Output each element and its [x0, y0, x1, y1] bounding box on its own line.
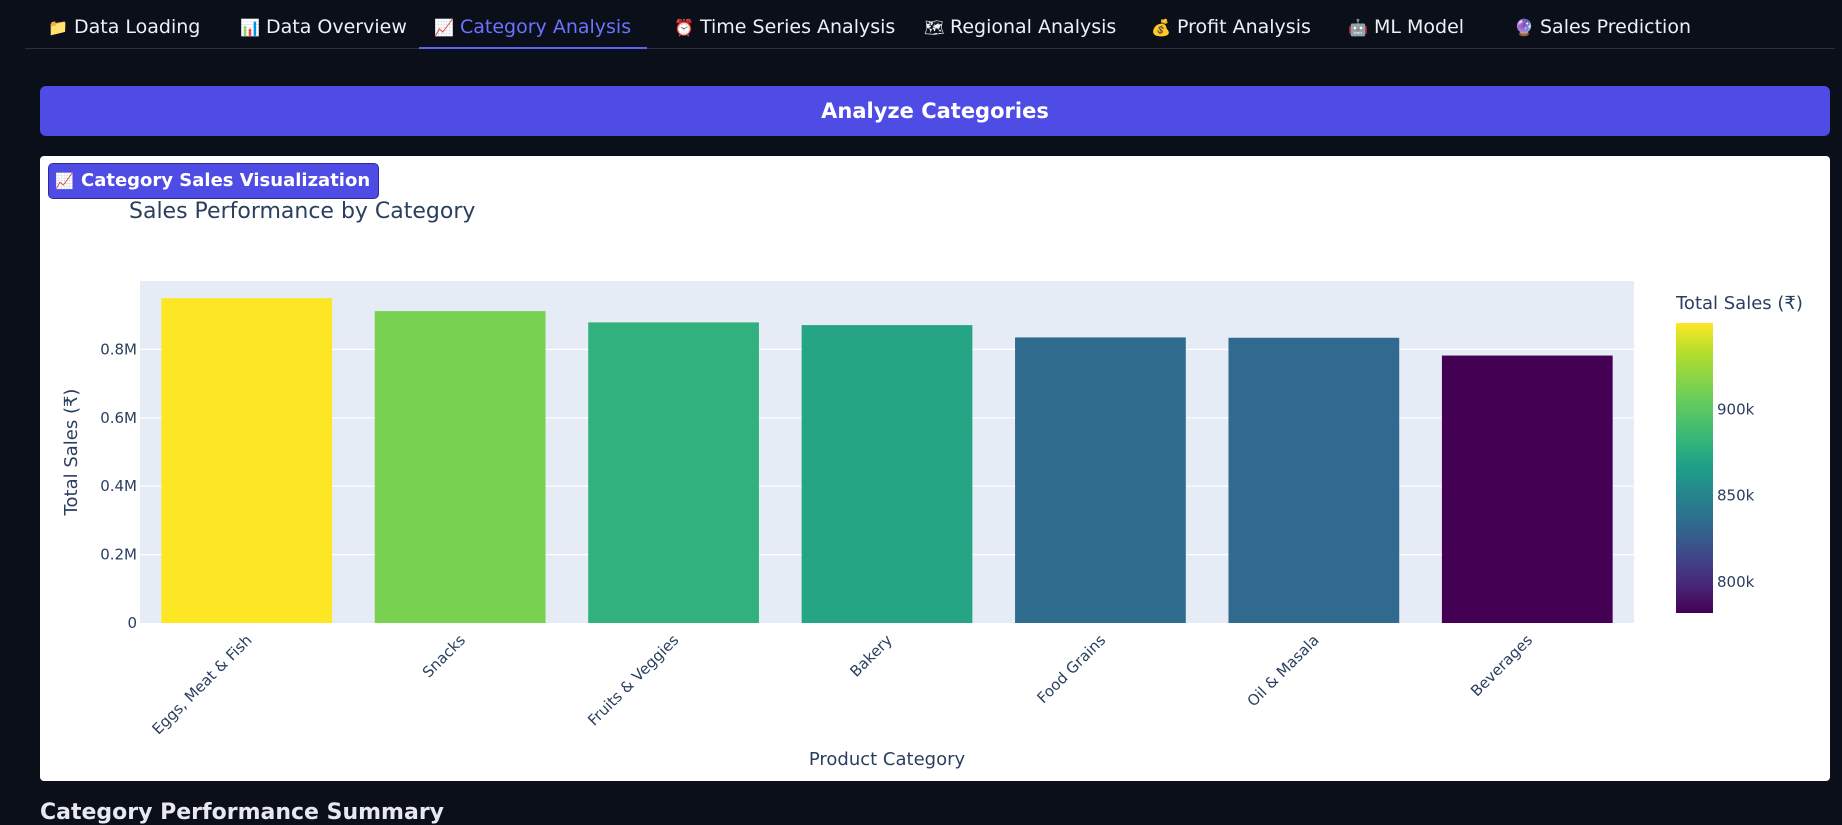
map-icon: 🗺 [924, 18, 945, 37]
category-sales-visualization-badge: 📈 Category Sales Visualization [48, 163, 380, 199]
tab-label: ML Model [1374, 16, 1465, 38]
x-tick-label: Oil & Masala [1244, 631, 1323, 710]
tab-data-loading[interactable]: 📁 Data Loading [48, 0, 200, 47]
chart-title: Sales Performance by Category [129, 199, 475, 224]
bar[interactable] [801, 325, 973, 623]
tab-label: Profit Analysis [1177, 16, 1311, 38]
bar-chart-icon: 📊 [240, 18, 260, 37]
bars [161, 298, 1613, 623]
tab-label: Category Analysis [460, 16, 632, 38]
folder-icon: 📁 [48, 18, 68, 37]
bar[interactable] [374, 311, 546, 623]
alarm-clock-icon: ⏰ [674, 18, 694, 37]
colorbar-title: Total Sales (₹) [1675, 293, 1803, 314]
chart-panel: Sales Performance by Category 0 0.2M 0.4M 0… [40, 156, 1830, 781]
tab-data-overview[interactable]: 📊 Data Overview [240, 0, 407, 47]
tab-ml-model[interactable]: 🤖 ML Model [1348, 0, 1464, 47]
colorbar-tick-label: 850k [1717, 487, 1755, 505]
tab-profit-analysis[interactable]: 💰 Profit Analysis [1151, 0, 1311, 47]
y-tick-label: 0.4M [100, 477, 137, 495]
chart-icon: 📈 [55, 172, 74, 190]
section-heading: Category Performance Summary [40, 800, 445, 825]
x-tick-label: Eggs, Meat & Fish [149, 631, 256, 738]
colorbar-tick-label: 900k [1717, 400, 1755, 418]
tab-bar: 📁 Data Loading 📊 Data Overview 📈 Category A… [25, 0, 1835, 49]
colorbar [1676, 323, 1713, 613]
sales-by-category-chart: Sales Performance by Category 00.2M0.4M0… [61, 199, 1803, 770]
y-axis-title: Total Sales (₹) [61, 389, 82, 517]
tab-label: Data Loading [74, 16, 201, 38]
y-axis-ticks: 0 0.2M 0.4M 0.6M 0.8M [100, 340, 137, 632]
y-tick-label: 0.6M [100, 409, 137, 427]
tab-regional-analysis[interactable]: 🗺 Regional Analysis [924, 0, 1116, 47]
y-tick-label: 0.2M [100, 546, 137, 564]
x-tick-label: Snacks [419, 631, 469, 681]
tab-label: Sales Prediction [1540, 16, 1691, 38]
x-tick-label: Food Grains [1033, 631, 1109, 707]
robot-icon: 🤖 [1348, 18, 1368, 37]
x-tick-label: Fruits & Veggies [584, 631, 682, 729]
x-tick-label: Bakery [846, 631, 896, 681]
x-axis-title: Product Category [809, 749, 966, 770]
line-chart-icon: 📈 [434, 18, 454, 37]
tab-category-analysis[interactable]: 📈 Category Analysis [419, 0, 648, 49]
y-tick-label: 0.8M [100, 340, 137, 358]
bar[interactable] [588, 322, 759, 623]
tab-label: Data Overview [266, 16, 407, 38]
y-tick-label: 0 [127, 614, 137, 632]
colorbar-ticks: 800k 850k 900k [1717, 400, 1755, 591]
x-axis-ticks: Eggs, Meat & Fish Snacks Fruits & Veggies B… [149, 631, 1537, 738]
tab-label: Time Series Analysis [700, 16, 896, 38]
analyze-categories-button[interactable]: Analyze Categories [40, 86, 1830, 136]
tab-time-series-analysis[interactable]: ⏰ Time Series Analysis [674, 0, 895, 47]
money-bag-icon: 💰 [1151, 18, 1171, 37]
bar[interactable] [1228, 337, 1400, 623]
tab-label: Regional Analysis [950, 16, 1117, 38]
bar[interactable] [1441, 355, 1613, 623]
colorbar-tick-label: 800k [1717, 573, 1755, 591]
x-tick-label: Beverages [1467, 631, 1536, 700]
crystal-ball-icon: 🔮 [1514, 18, 1534, 37]
bar[interactable] [161, 298, 333, 623]
bar[interactable] [1015, 337, 1186, 623]
badge-label: Category Sales Visualization [81, 170, 371, 191]
tab-sales-prediction[interactable]: 🔮 Sales Prediction [1514, 0, 1691, 47]
